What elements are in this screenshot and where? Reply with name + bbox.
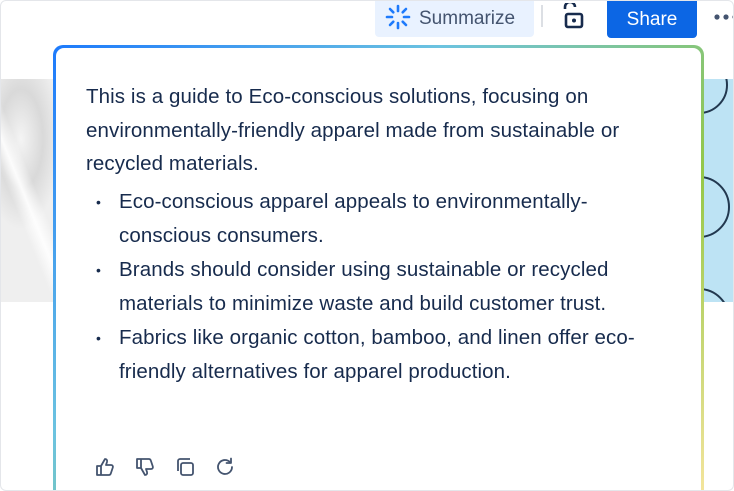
- bullet: •: [96, 261, 102, 278]
- summarize-button[interactable]: Summarize: [375, 1, 534, 37]
- summary-point-text: Brands should consider using sustainable…: [119, 257, 609, 315]
- refresh-icon[interactable]: [210, 452, 240, 482]
- unlock-icon[interactable]: [559, 1, 589, 33]
- page-frame: Summarize Share This is a guide to Eco-c…: [0, 0, 734, 491]
- summarize-label: Summarize: [419, 8, 516, 29]
- fabric-image: [1, 79, 61, 302]
- ai-summary-content: This is a guide to Eco-conscious solutio…: [56, 48, 701, 490]
- share-button[interactable]: Share: [607, 1, 697, 38]
- copy-icon[interactable]: [170, 452, 200, 482]
- bullet: •: [96, 329, 102, 346]
- summary-points: • Eco-conscious apparel appeals to envir…: [86, 185, 671, 389]
- summary-point-text: Eco-conscious apparel appeals to environ…: [119, 189, 588, 247]
- summary-point-text: Fabrics like organic cotton, bamboo, and…: [119, 325, 635, 383]
- list-item: • Eco-conscious apparel appeals to envir…: [86, 185, 671, 253]
- thumbs-up-icon[interactable]: [90, 452, 120, 482]
- toolbar-divider: [541, 5, 543, 27]
- list-item: • Fabrics like organic cotton, bamboo, a…: [86, 321, 671, 389]
- feedback-actions: [90, 452, 240, 482]
- ai-summary-panel: This is a guide to Eco-conscious solutio…: [53, 45, 704, 490]
- list-item: • Brands should consider using sustainab…: [86, 253, 671, 321]
- bullet: •: [96, 193, 102, 210]
- more-dots-icon[interactable]: [711, 3, 733, 31]
- thumbs-down-icon[interactable]: [130, 452, 160, 482]
- summary-intro: This is a guide to Eco-conscious solutio…: [86, 85, 620, 175]
- sparkle-icon: [385, 4, 411, 35]
